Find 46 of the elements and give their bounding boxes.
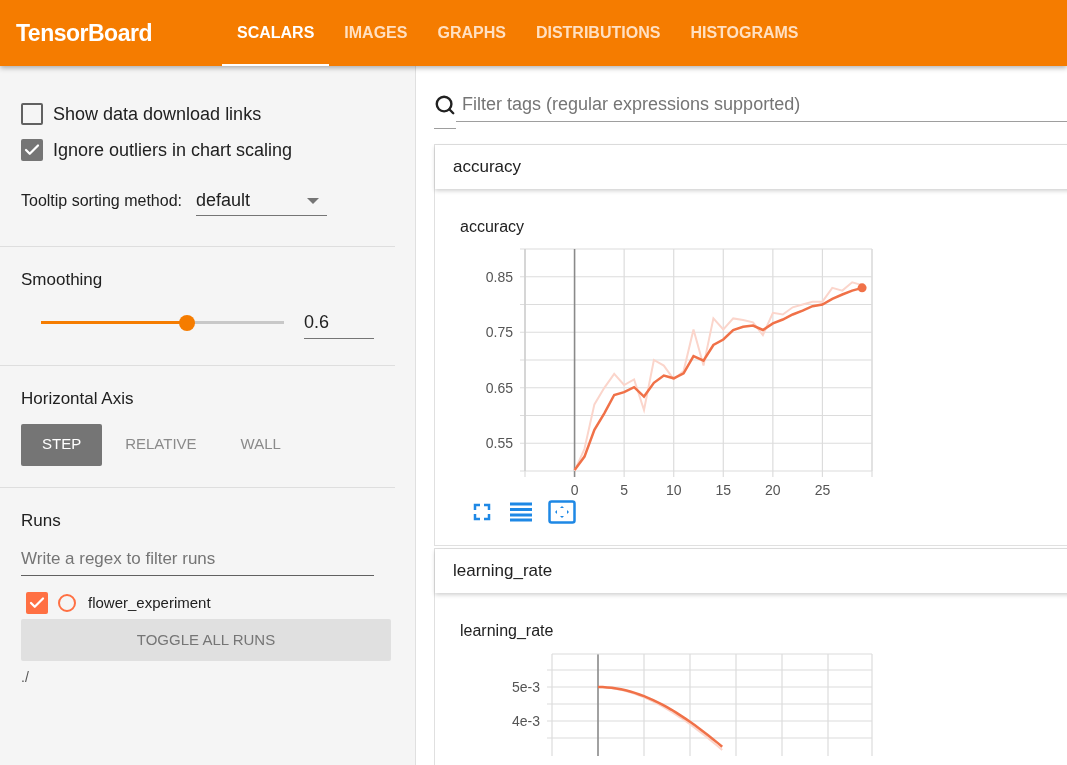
checkbox[interactable]: [26, 591, 48, 614]
card-header[interactable]: accuracy: [435, 145, 1067, 189]
x-axis-label: 15: [715, 482, 732, 498]
card-header[interactable]: learning_rate: [435, 549, 1067, 593]
axis-option[interactable]: RELATIVE: [104, 423, 218, 466]
chart-title: accuracy: [460, 217, 526, 237]
app-title: TensorBoard: [15, 18, 153, 48]
nav-tab[interactable]: IMAGES: [329, 0, 423, 66]
axis-option[interactable]: WALL: [219, 423, 302, 466]
sort-label: Tooltip sorting method:: [21, 191, 182, 211]
tag-filter-field[interactable]: Filter tags (regular expressions supported): [456, 88, 1067, 122]
nav-tab[interactable]: DISTRIBUTIONS: [520, 0, 676, 66]
checkbox[interactable]: [21, 103, 43, 125]
section-title: Smoothing: [21, 269, 104, 291]
run-path: ./: [21, 668, 30, 687]
dropdown-arrow-icon: [307, 197, 319, 204]
option-label: Ignore outliers in chart scaling: [53, 138, 293, 162]
runs-filter-field[interactable]: Write a regex to filter runs: [21, 543, 374, 576]
x-axis-label: 0: [570, 482, 579, 498]
y-axis-label: 0.55: [485, 435, 513, 452]
fit-domain-icon[interactable]: [548, 499, 576, 525]
list-icon[interactable]: [508, 500, 534, 524]
x-axis-label: 10: [665, 482, 682, 498]
checkbox[interactable]: [21, 139, 43, 161]
x-axis-label: 5: [620, 482, 629, 498]
chart-title: learning_rate: [460, 621, 555, 641]
axis-option[interactable]: STEP: [21, 423, 103, 466]
option-label: Show data download links: [53, 102, 262, 126]
y-axis-label: 5e-3: [511, 679, 540, 695]
last-point-marker: [857, 283, 867, 293]
toggle-all-runs-button[interactable]: TOGGLE ALL RUNS: [21, 619, 391, 661]
y-axis-label: 0.75: [485, 324, 513, 341]
nav-tab[interactable]: GRAPHS: [422, 0, 521, 66]
y-axis-label: 0.65: [485, 379, 513, 396]
run-name: flower_experiment: [88, 592, 211, 613]
y-axis-label: 0.85: [485, 268, 513, 285]
x-axis-label: 20: [765, 482, 781, 498]
smoothing-slider[interactable]: [41, 314, 284, 331]
section-title: Horizontal Axis: [21, 388, 135, 410]
nav-tab[interactable]: HISTOGRAMS: [675, 0, 814, 66]
smoothing-value-field[interactable]: 0.6: [303, 306, 374, 339]
section-title: Runs: [21, 510, 62, 532]
slider-thumb[interactable]: [178, 314, 195, 331]
y-axis-label: 4e-3: [511, 713, 540, 729]
sort-dropdown[interactable]: default: [196, 186, 327, 216]
x-axis-label: 25: [814, 482, 831, 498]
